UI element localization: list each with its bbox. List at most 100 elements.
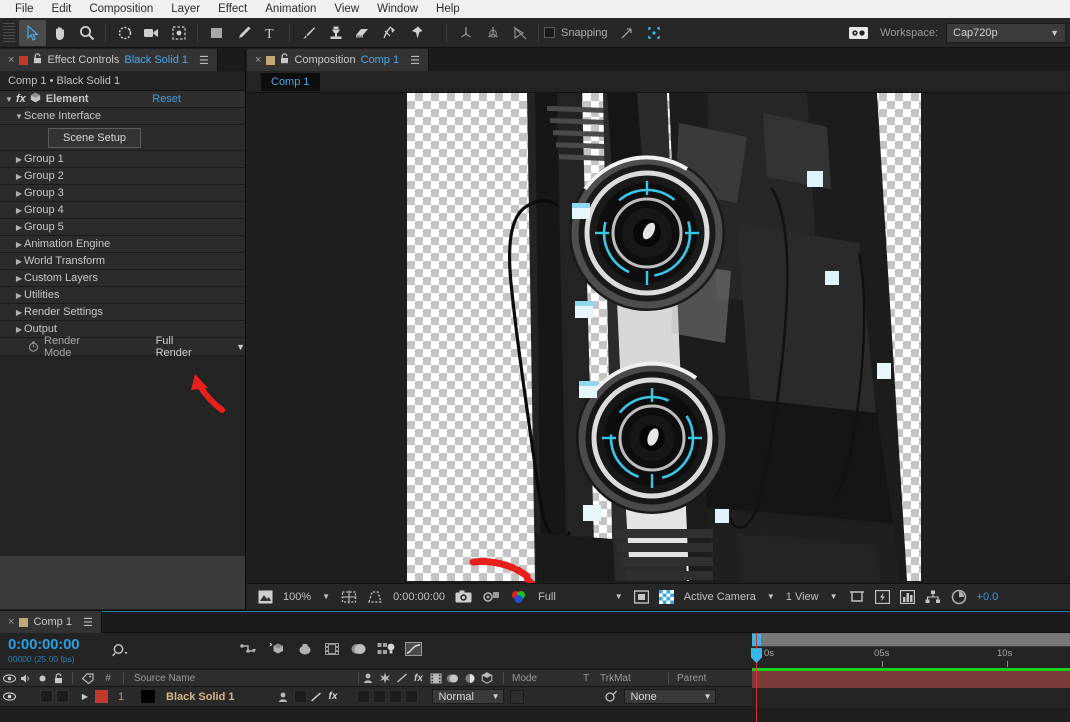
timeline-search[interactable] bbox=[112, 633, 130, 658]
header-label-color-icon[interactable] bbox=[79, 672, 97, 684]
snap-bounds-icon[interactable] bbox=[641, 20, 668, 46]
chevron-down-icon[interactable]: ▼ bbox=[609, 592, 629, 601]
composition-tab[interactable]: × Composition Comp 1 ☰ bbox=[247, 49, 430, 71]
section-scene-interface[interactable]: ▼ Scene Interface bbox=[0, 108, 245, 125]
zoom-level-select[interactable]: 100% bbox=[278, 584, 316, 610]
chevron-down-icon[interactable]: ▼ bbox=[824, 592, 844, 601]
puppet-pin-tool[interactable] bbox=[403, 20, 430, 46]
disclosure-triangle-closed-icon[interactable]: ▶ bbox=[14, 189, 24, 198]
panel-menu-icon[interactable]: ☰ bbox=[199, 54, 209, 67]
region-of-interest-icon[interactable] bbox=[362, 584, 388, 610]
scene-setup-button[interactable]: Scene Setup bbox=[48, 127, 141, 148]
layer-solo-toggle[interactable] bbox=[40, 690, 53, 703]
group-row-utilities[interactable]: ▶ Utilities bbox=[0, 287, 245, 304]
snap-arrow-icon[interactable] bbox=[614, 20, 641, 46]
draft-3d-icon[interactable] bbox=[268, 641, 286, 659]
disclosure-triangle-closed-icon[interactable]: ▶ bbox=[14, 325, 24, 334]
disclosure-triangle-closed-icon[interactable]: ▶ bbox=[14, 257, 24, 266]
composition-subtab-comp1[interactable]: Comp 1 bbox=[261, 72, 320, 91]
fast-previews-icon[interactable] bbox=[870, 584, 895, 610]
disclosure-triangle-closed-icon[interactable]: ▶ bbox=[14, 308, 24, 317]
disclosure-triangle-closed-icon[interactable]: ▶ bbox=[14, 206, 24, 215]
clone-stamp-tool[interactable] bbox=[322, 20, 349, 46]
layer-video-toggle[interactable] bbox=[0, 692, 18, 701]
menu-item-composition[interactable]: Composition bbox=[80, 0, 162, 18]
toolbar-grip[interactable] bbox=[3, 22, 15, 43]
group-row-5[interactable]: ▶ Group 5 bbox=[0, 219, 245, 236]
eraser-tool[interactable] bbox=[349, 20, 376, 46]
snapping-checkbox[interactable] bbox=[544, 27, 555, 38]
rotation-tool[interactable] bbox=[111, 20, 138, 46]
layer-name[interactable]: Black Solid 1 bbox=[166, 691, 234, 703]
current-time-display[interactable]: 0:00:00:00 bbox=[388, 584, 450, 610]
reset-button[interactable]: Reset bbox=[152, 93, 181, 105]
layer-lock-toggle[interactable] bbox=[56, 690, 69, 703]
header-3d-layer-switch-icon[interactable] bbox=[478, 672, 495, 684]
layer-3d-switch[interactable] bbox=[405, 690, 419, 703]
brush-tool[interactable] bbox=[295, 20, 322, 46]
brainstorm-icon[interactable] bbox=[377, 642, 395, 659]
workspace-gear-icon[interactable] bbox=[845, 20, 872, 46]
header-lock-switch-icon[interactable] bbox=[50, 672, 66, 684]
type-tool[interactable]: T bbox=[257, 20, 284, 46]
close-icon[interactable]: × bbox=[8, 54, 14, 66]
menu-item-edit[interactable]: Edit bbox=[43, 0, 81, 18]
enable-frame-blending-icon[interactable] bbox=[324, 642, 340, 659]
shape-tool[interactable] bbox=[203, 20, 230, 46]
header-collapse-switch-icon[interactable] bbox=[376, 672, 393, 684]
hand-tool[interactable] bbox=[46, 20, 73, 46]
camera-view-select[interactable]: Active Camera bbox=[679, 584, 761, 610]
layer-parent-select[interactable]: None ▼ bbox=[624, 689, 717, 704]
menu-item-layer[interactable]: Layer bbox=[162, 0, 209, 18]
menu-item-view[interactable]: View bbox=[325, 0, 368, 18]
menu-item-effect[interactable]: Effect bbox=[209, 0, 256, 18]
lock-icon[interactable] bbox=[33, 53, 42, 67]
header-effects-switch-icon[interactable]: fx bbox=[410, 673, 427, 684]
menu-item-file[interactable]: File bbox=[6, 0, 43, 18]
timeline-current-time[interactable]: 0:00:00:00 00000 (25.00 fps) bbox=[0, 633, 110, 665]
header-quality-switch-icon[interactable] bbox=[393, 672, 410, 684]
group-row-render-settings[interactable]: ▶ Render Settings bbox=[0, 304, 245, 321]
effect-header-element[interactable]: ▼ fx Element Reset bbox=[0, 91, 245, 108]
always-preview-icon[interactable] bbox=[253, 584, 278, 610]
stopwatch-icon[interactable] bbox=[28, 341, 39, 352]
header-source-name[interactable]: Source Name bbox=[128, 673, 358, 684]
composition-viewport[interactable] bbox=[247, 93, 1070, 583]
layer-trkmat-cell[interactable] bbox=[510, 689, 525, 704]
header-motion-blur-switch-icon[interactable] bbox=[444, 673, 461, 684]
layer-effects-switch[interactable]: fx bbox=[324, 691, 341, 702]
header-video-switch-icon[interactable] bbox=[0, 673, 18, 683]
group-row-animation-engine[interactable]: ▶ Animation Engine bbox=[0, 236, 245, 253]
disclosure-triangle-closed-icon[interactable]: ▶ bbox=[14, 172, 24, 181]
graph-editor-icon[interactable] bbox=[405, 641, 422, 659]
workspace-select[interactable]: Cap720p ▼ bbox=[946, 22, 1066, 43]
view-layout-select[interactable]: 1 View bbox=[781, 584, 824, 610]
composition-canvas[interactable] bbox=[407, 93, 921, 581]
channel-rgb-icon[interactable] bbox=[505, 584, 533, 610]
layer-parent-pickwhip[interactable] bbox=[604, 690, 618, 703]
layer-adjustment-switch[interactable] bbox=[389, 690, 403, 703]
timeline-track-area[interactable] bbox=[751, 648, 1070, 709]
disclosure-triangle-open-icon[interactable]: ▼ bbox=[14, 112, 24, 121]
axis-local-icon[interactable] bbox=[452, 20, 479, 46]
layer-label-color-swatch[interactable] bbox=[95, 690, 108, 703]
layer-shy-switch[interactable] bbox=[274, 691, 292, 703]
group-row-2[interactable]: ▶ Group 2 bbox=[0, 168, 245, 185]
axis-world-icon[interactable] bbox=[479, 20, 506, 46]
roto-brush-tool[interactable] bbox=[376, 20, 403, 46]
menu-item-window[interactable]: Window bbox=[368, 0, 427, 18]
disclosure-triangle-closed-icon[interactable]: ▶ bbox=[14, 223, 24, 232]
layer-mode-select[interactable]: Normal ▼ bbox=[432, 689, 505, 704]
chevron-down-icon[interactable]: ▼ bbox=[761, 592, 781, 601]
timeline-work-area-bar[interactable] bbox=[752, 633, 1070, 647]
region-of-interest-toggle[interactable] bbox=[629, 584, 654, 610]
timeline-ruler[interactable]: 0s 05s 10s bbox=[751, 633, 1070, 722]
axis-view-icon[interactable] bbox=[506, 20, 533, 46]
panel-menu-icon[interactable]: ☰ bbox=[410, 54, 420, 67]
layer-quality-switch[interactable] bbox=[307, 691, 324, 703]
layer-motion-blur-switch[interactable] bbox=[373, 690, 387, 703]
hide-shy-layers-icon[interactable] bbox=[296, 642, 314, 659]
header-parent[interactable]: Parent bbox=[677, 673, 757, 684]
header-solo-switch-icon[interactable] bbox=[34, 674, 50, 683]
group-row-world-transform[interactable]: ▶ World Transform bbox=[0, 253, 245, 270]
